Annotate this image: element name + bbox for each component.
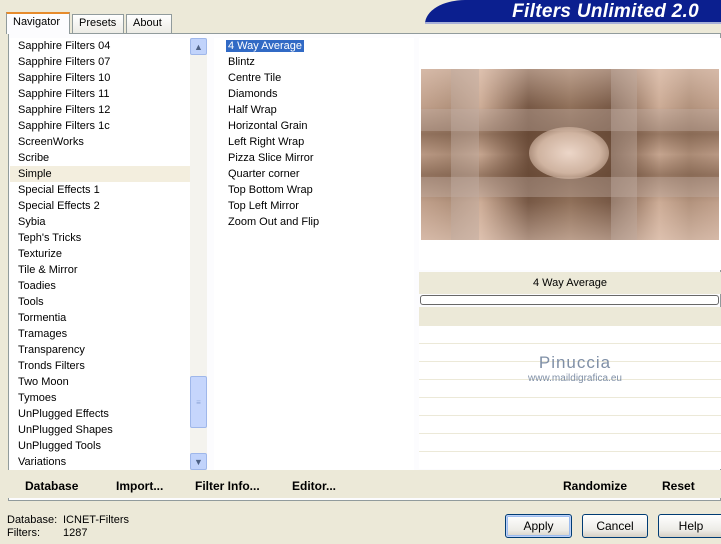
cancel-button[interactable]: Cancel <box>582 514 648 538</box>
filter-name-label: 4 Way Average <box>419 272 721 294</box>
app-title: Filters Unlimited 2.0 <box>512 1 699 22</box>
filter-list[interactable]: 4 Way Average Blintz Centre Tile Diamonds Ha… <box>214 38 414 470</box>
filter-item-label: Blintz <box>228 56 255 68</box>
category-list[interactable]: Sapphire Filters 04 Sapphire Filters 07 Sa… <box>10 38 190 470</box>
help-button[interactable]: Help <box>658 514 721 538</box>
category-item[interactable]: Variations <box>10 454 190 470</box>
filter-item[interactable]: 4 Way Average <box>214 38 414 54</box>
scroll-up-button[interactable]: ▲ <box>190 38 207 55</box>
preview-image <box>421 69 719 240</box>
category-item[interactable]: Scribe <box>10 150 190 166</box>
category-item[interactable]: Sapphire Filters 11 <box>10 86 190 102</box>
category-item[interactable]: UnPlugged Tools <box>10 438 190 454</box>
category-item[interactable]: Tormentia <box>10 310 190 326</box>
category-item[interactable]: Toadies <box>10 278 190 294</box>
filter-item[interactable]: Zoom Out and Flip <box>214 214 414 230</box>
apply-button[interactable]: Apply <box>505 514 572 538</box>
category-item[interactable]: Sapphire Filters 10 <box>10 70 190 86</box>
category-item[interactable]: Sapphire Filters 07 <box>10 54 190 70</box>
filter-item[interactable]: Quarter corner <box>214 166 414 182</box>
filter-item[interactable]: Blintz <box>214 54 414 70</box>
category-item[interactable]: Sapphire Filters 1c <box>10 118 190 134</box>
filter-item[interactable]: Half Wrap <box>214 102 414 118</box>
filter-item-label: Left Right Wrap <box>228 136 305 148</box>
watermark-name: Pinuccia <box>538 353 612 372</box>
scroll-down-button[interactable]: ▼ <box>190 453 207 470</box>
database-label: Database: <box>7 514 58 526</box>
category-item[interactable]: Tools <box>10 294 190 310</box>
category-item[interactable]: Tile & Mirror <box>10 262 190 278</box>
reset-button[interactable]: Reset <box>662 479 695 493</box>
filter-item-label: 4 Way Average <box>226 40 304 52</box>
category-item[interactable]: Sapphire Filters 04 <box>10 38 190 54</box>
category-item[interactable]: Transparency <box>10 342 190 358</box>
status-info: Database: ICNET-Filters Filters: 1287 <box>7 514 129 540</box>
progress-bar <box>420 295 719 305</box>
filter-item[interactable]: Centre Tile <box>214 70 414 86</box>
filter-item[interactable]: Left Right Wrap <box>214 134 414 150</box>
import-button[interactable]: Import... <box>116 479 163 493</box>
filter-item-label: Centre Tile <box>228 72 282 84</box>
filter-item-label: Top Bottom Wrap <box>228 184 313 196</box>
filter-item-label: Horizontal Grain <box>228 120 308 132</box>
filter-item[interactable]: Pizza Slice Mirror <box>214 150 414 166</box>
filter-item-label: Half Wrap <box>228 104 277 116</box>
filter-item-label: Quarter corner <box>228 168 300 180</box>
filters-count-label: Filters: <box>7 527 40 539</box>
scroll-thumb[interactable]: ≡ <box>190 376 207 428</box>
tab-navigator[interactable]: Navigator <box>6 12 70 34</box>
tab-about[interactable]: About <box>126 14 172 33</box>
filter-item[interactable]: Top Bottom Wrap <box>214 182 414 198</box>
category-item[interactable]: ScreenWorks <box>10 134 190 150</box>
category-item[interactable]: Sapphire Filters 12 <box>10 102 190 118</box>
action-bar: Database Import... Filter Info... Editor… <box>8 470 721 498</box>
database-button[interactable]: Database <box>25 479 78 493</box>
filter-item[interactable]: Diamonds <box>214 86 414 102</box>
filters-count-value: 1287 <box>63 527 88 539</box>
title-banner: Filters Unlimited 2.0 <box>425 0 721 24</box>
watermark-url: www.maildigrafica.eu <box>528 372 622 384</box>
category-item[interactable]: Teph's Tricks <box>10 230 190 246</box>
category-item[interactable]: UnPlugged Effects <box>10 406 190 422</box>
filter-item[interactable]: Top Left Mirror <box>214 198 414 214</box>
category-item[interactable]: Sybia <box>10 214 190 230</box>
filter-item-label: Zoom Out and Flip <box>228 216 320 228</box>
randomize-button[interactable]: Randomize <box>563 479 627 493</box>
category-scrollbar[interactable]: ▲ ≡ ▼ <box>190 38 207 470</box>
parameter-area <box>419 307 721 470</box>
category-item[interactable]: Special Effects 2 <box>10 198 190 214</box>
category-item[interactable]: Tymoes <box>10 390 190 406</box>
category-item[interactable]: Special Effects 1 <box>10 182 190 198</box>
filter-item[interactable]: Horizontal Grain <box>214 118 414 134</box>
category-item[interactable]: Tronds Filters <box>10 358 190 374</box>
category-item[interactable]: Two Moon <box>10 374 190 390</box>
editor-button[interactable]: Editor... <box>292 479 336 493</box>
filter-item-label: Diamonds <box>228 88 278 100</box>
category-item[interactable]: Tramages <box>10 326 190 342</box>
filter-info-button[interactable]: Filter Info... <box>195 479 260 493</box>
database-value: ICNET-Filters <box>63 514 129 526</box>
category-item[interactable]: Texturize <box>10 246 190 262</box>
category-item[interactable]: Simple <box>10 166 190 182</box>
filter-item-label: Pizza Slice Mirror <box>228 152 314 164</box>
watermark: Pinuccia www.maildigrafica.eu <box>505 353 645 384</box>
tab-presets[interactable]: Presets <box>72 14 124 33</box>
filter-item-label: Top Left Mirror <box>228 200 299 212</box>
category-item[interactable]: UnPlugged Shapes <box>10 422 190 438</box>
